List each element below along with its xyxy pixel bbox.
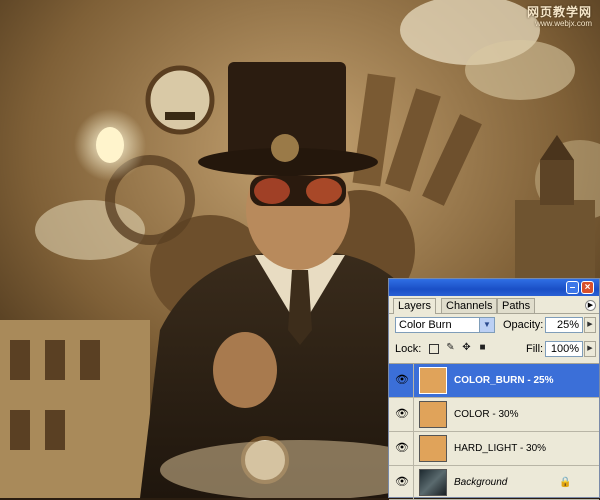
layer-thumbnail <box>419 435 447 462</box>
layers-panel: – × Layers Channels Paths ▶ Color Burn ▼… <box>388 278 600 500</box>
fill-label: Fill: <box>526 343 544 355</box>
panel-menu-icon[interactable]: ▶ <box>585 300 596 311</box>
watermark: 网页教学网 www.webjx.com <box>527 6 592 30</box>
minimize-button[interactable]: – <box>566 281 579 294</box>
lock-transparency-icon[interactable] <box>429 344 439 354</box>
watermark-site-name: 网页教学网 <box>526 5 592 19</box>
layer-row[interactable]: 👁 COLOR_BURN - 25% <box>389 364 599 398</box>
fill-slider-arrow-icon[interactable]: ▶ <box>584 341 596 357</box>
lock-icon: 🔒 <box>559 477 572 488</box>
opacity-input[interactable]: 25% <box>545 317 583 333</box>
lock-position-move-icon[interactable]: ✥ <box>461 342 472 353</box>
fill-input[interactable]: 100% <box>545 341 583 357</box>
lock-all-icon[interactable]: ■ <box>477 342 488 353</box>
tab-layers[interactable]: Layers <box>393 298 437 314</box>
layer-row[interactable]: 👁 COLOR - 30% <box>389 398 599 432</box>
blend-mode-select[interactable]: Color Burn ▼ <box>395 317 495 333</box>
watermark-url: www.webjx.com <box>535 19 592 28</box>
lock-label: Lock: <box>395 343 422 355</box>
layer-row[interactable]: 👁 Background 🔒 <box>389 466 599 500</box>
eye-visibility-icon[interactable]: 👁 <box>395 408 409 420</box>
layer-row[interactable]: 👁 HARD_LIGHT - 30% <box>389 432 599 466</box>
layer-thumbnail <box>419 469 447 496</box>
layer-thumbnail <box>419 401 447 428</box>
opacity-label: Opacity: <box>503 319 544 331</box>
eye-visibility-icon[interactable]: 👁 <box>395 374 409 386</box>
lock-pixels-brush-icon[interactable]: ✎ <box>445 342 456 353</box>
tab-channels[interactable]: Channels <box>441 298 498 313</box>
opacity-slider-arrow-icon[interactable]: ▶ <box>584 317 596 333</box>
layers-list: 👁 COLOR_BURN - 25% 👁 COLOR - 30% 👁 HARD_… <box>389 363 599 500</box>
layer-name[interactable]: HARD_LIGHT - 30% <box>454 442 546 456</box>
layer-name[interactable]: Background <box>454 476 507 490</box>
eye-visibility-icon[interactable]: 👁 <box>395 442 409 454</box>
layer-thumbnail <box>419 367 447 394</box>
layer-name[interactable]: COLOR - 30% <box>454 408 518 422</box>
blend-mode-value: Color Burn <box>399 319 452 331</box>
panel-tabs: Layers Channels Paths <box>389 296 599 314</box>
panel-titlebar[interactable]: – × <box>389 279 599 296</box>
chevron-down-icon[interactable]: ▼ <box>479 318 494 332</box>
layer-name[interactable]: COLOR_BURN - 25% <box>454 374 553 388</box>
close-button[interactable]: × <box>581 281 594 294</box>
tab-paths[interactable]: Paths <box>497 298 536 313</box>
eye-visibility-icon[interactable]: 👁 <box>395 476 409 488</box>
